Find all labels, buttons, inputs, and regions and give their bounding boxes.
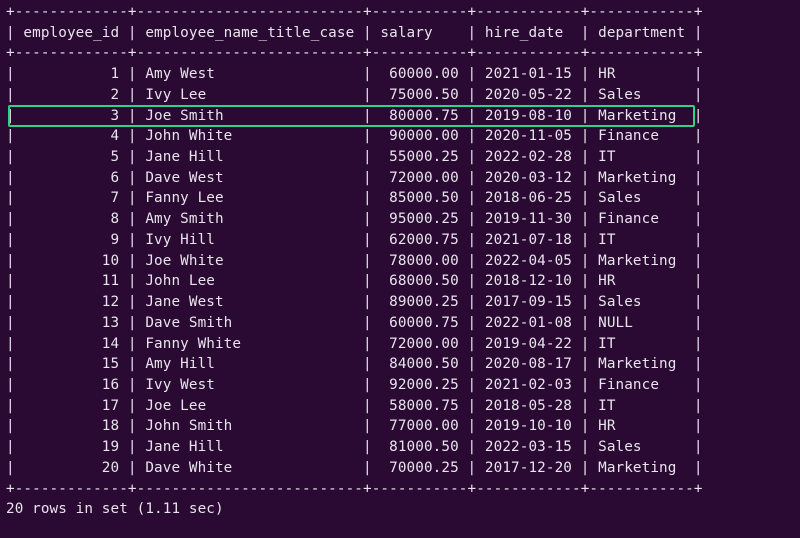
terminal-output: +-------------+-------------------------… [0,0,800,522]
